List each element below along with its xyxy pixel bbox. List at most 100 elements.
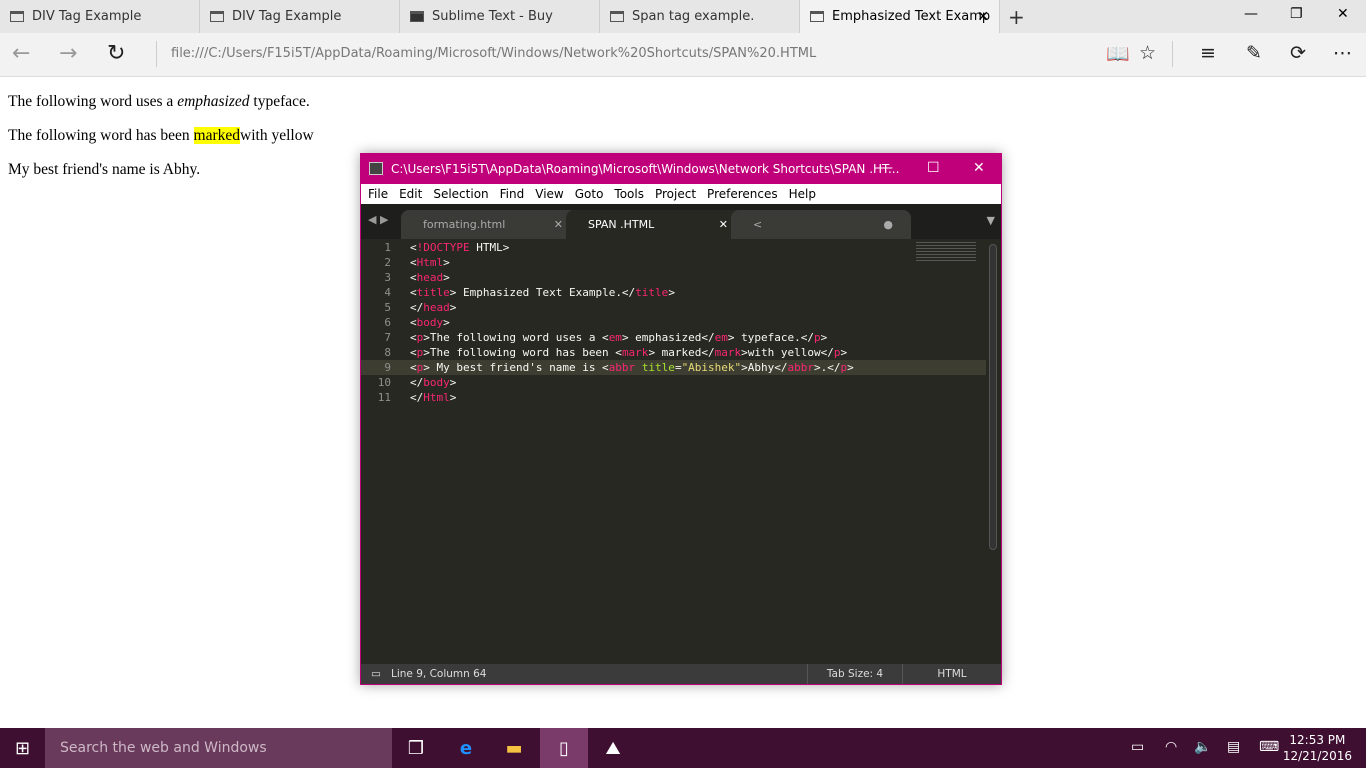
clock[interactable]: 12:53 PM 12/21/2016 <box>1283 732 1352 764</box>
restore-button[interactable]: ❐ <box>1290 6 1303 22</box>
code-token: < <box>410 241 417 254</box>
web-note-icon[interactable]: ✎ <box>1246 42 1262 64</box>
code-token: > marked</ <box>648 346 715 359</box>
line-number: 6 <box>384 316 391 329</box>
page-content: The following word uses a emphasized typ… <box>8 93 314 195</box>
scrollbar[interactable] <box>989 244 997 550</box>
code-line[interactable]: 5 </head > <box>361 300 986 315</box>
editor-tab[interactable]: formating.html ✕ <box>401 210 581 239</box>
back-icon[interactable]: ← <box>12 41 30 66</box>
favorite-star-icon[interactable]: ☆ <box>1139 42 1156 64</box>
code-editor[interactable]: 1 < !DOCTYPE HTML> 2 < Html >3 < head >4 < title > E… <box>361 240 986 405</box>
browser-tab[interactable]: Span tag example. <box>600 0 800 33</box>
hub-icon[interactable]: ≡ <box>1200 42 1216 64</box>
code-token: p <box>840 361 848 374</box>
paragraph: The following word uses a emphasized typ… <box>8 93 310 110</box>
code-line[interactable]: 10 </body > <box>361 375 986 390</box>
menu-item[interactable]: File <box>368 187 388 201</box>
menu-item[interactable]: Edit <box>399 187 422 201</box>
tab-dropdown-icon[interactable]: ▼ <box>987 214 995 227</box>
editor-tab[interactable]: < ● <box>731 210 911 239</box>
close-icon[interactable]: ✕ <box>719 218 728 231</box>
menu-item[interactable]: Find <box>500 187 525 201</box>
code-line[interactable]: 11 </Html > <box>361 390 986 405</box>
code-token: > typeface.</ <box>727 331 814 344</box>
unsaved-dot-icon[interactable]: ● <box>883 218 893 231</box>
code-token: >The following word uses a < <box>423 331 609 344</box>
keyboard-icon[interactable]: ⌨ <box>1259 739 1279 755</box>
battery-icon[interactable]: ▭ <box>1131 739 1144 755</box>
code-token: > Emphasized Text Example.</ <box>449 286 636 299</box>
close-tab-icon[interactable]: ✕ <box>977 9 989 25</box>
code-token: > <box>668 286 675 299</box>
tab-size[interactable]: Tab Size: 4 <box>807 664 902 684</box>
browser-tab-bar: DIV Tag Example DIV Tag Example Sublime … <box>0 0 1366 33</box>
code-line[interactable]: 8 < p >The following word has been < mark > m… <box>361 345 986 360</box>
task-view-icon[interactable]: ❒ <box>392 728 440 768</box>
volume-icon[interactable]: 🔈 <box>1194 739 1211 755</box>
refresh-icon[interactable]: ↻ <box>107 41 125 66</box>
browser-tab[interactable]: DIV Tag Example <box>0 0 200 33</box>
cursor-position: Line 9, Column 64 <box>391 668 487 680</box>
code-token: < <box>410 346 417 359</box>
minimap[interactable] <box>916 242 976 262</box>
editor-tab-active[interactable]: SPAN .HTML ✕ <box>566 210 746 239</box>
maximize-button[interactable]: ☐ <box>927 160 940 176</box>
photos-icon[interactable]: ⛰ <box>589 728 637 768</box>
minimize-button[interactable]: — <box>879 160 893 176</box>
wifi-icon[interactable]: ◠ <box>1165 739 1177 755</box>
line-number: 8 <box>384 346 391 359</box>
code-token: > <box>443 271 450 284</box>
sublime-icon <box>369 162 383 175</box>
code-token: > <box>449 376 457 389</box>
code-line[interactable]: 7 < p >The following word uses a < em > empha… <box>361 330 986 345</box>
browser-tab-active[interactable]: Emphasized Text Examp ✕ <box>800 0 1000 33</box>
menu-item[interactable]: View <box>535 187 563 201</box>
close-icon[interactable]: ✕ <box>554 218 563 231</box>
menu-item[interactable]: Help <box>789 187 816 201</box>
code-line[interactable]: 2 < Html > <box>361 255 986 270</box>
code-token: mark <box>714 346 742 359</box>
code-token: > <box>449 301 457 314</box>
menu-item[interactable]: Project <box>655 187 696 201</box>
edge-icon[interactable]: e <box>442 728 490 768</box>
menu-item[interactable]: Selection <box>433 187 488 201</box>
line-number: 9 <box>384 361 391 374</box>
more-icon[interactable]: ⋯ <box>1333 42 1352 64</box>
minimize-button[interactable]: — <box>1244 6 1258 22</box>
code-line[interactable]: 4 < title > Emphasized Text Example.</title… <box>361 285 986 300</box>
syntax-mode[interactable]: HTML <box>902 664 1001 684</box>
menu-item[interactable]: Preferences <box>707 187 778 201</box>
start-windows-icon[interactable]: ⊞ <box>0 728 45 768</box>
notepad-icon[interactable]: ▯ <box>540 728 588 768</box>
code-line[interactable]: 9 < p > My best friend's name is < abbr titl… <box>361 360 986 375</box>
close-button[interactable]: ✕ <box>1337 6 1349 22</box>
code-line[interactable]: 3 < head > <box>361 270 986 285</box>
browser-tab[interactable]: DIV Tag Example <box>200 0 400 33</box>
forward-icon[interactable]: → <box>59 41 77 66</box>
line-number: 5 <box>384 301 391 314</box>
reading-view-icon[interactable]: 📖 <box>1106 42 1130 65</box>
code-token: >Abhy</ <box>741 361 788 374</box>
action-center-icon[interactable]: ▤ <box>1227 739 1240 755</box>
new-tab-button[interactable]: + <box>1008 5 1025 29</box>
address-input[interactable]: file:///C:/Users/F15i5T/AppData/Roaming/… <box>171 46 816 61</box>
file-explorer-icon[interactable]: ▬ <box>490 728 538 768</box>
panel-icon[interactable]: ▭ <box>361 664 391 684</box>
browser-tab[interactable]: Sublime Text - Buy <box>400 0 600 33</box>
share-icon[interactable]: ⟳ <box>1290 42 1306 64</box>
code-token: body <box>416 316 444 329</box>
code-token: em <box>714 331 728 344</box>
code-token: p <box>814 331 821 344</box>
menu-item[interactable]: Goto <box>575 187 604 201</box>
close-button[interactable]: ✕ <box>973 160 985 176</box>
code-line[interactable]: 1 < !DOCTYPE HTML> <box>361 240 986 255</box>
code-token: em <box>608 331 622 344</box>
taskbar: ⊞ Search the web and Windows ❒ e ▬ ▯ ⛰ ▭… <box>0 728 1366 768</box>
tab-nav-arrows-icon[interactable]: ◀ ▶ <box>368 213 388 226</box>
code-line[interactable]: 6 < body > <box>361 315 986 330</box>
code-token: < <box>410 361 417 374</box>
menu-item[interactable]: Tools <box>614 187 644 201</box>
address-toolbar: ← → ↻ file:///C:/Users/F15i5T/AppData/Ro… <box>0 33 1366 77</box>
search-box[interactable]: Search the web and Windows <box>45 728 392 768</box>
